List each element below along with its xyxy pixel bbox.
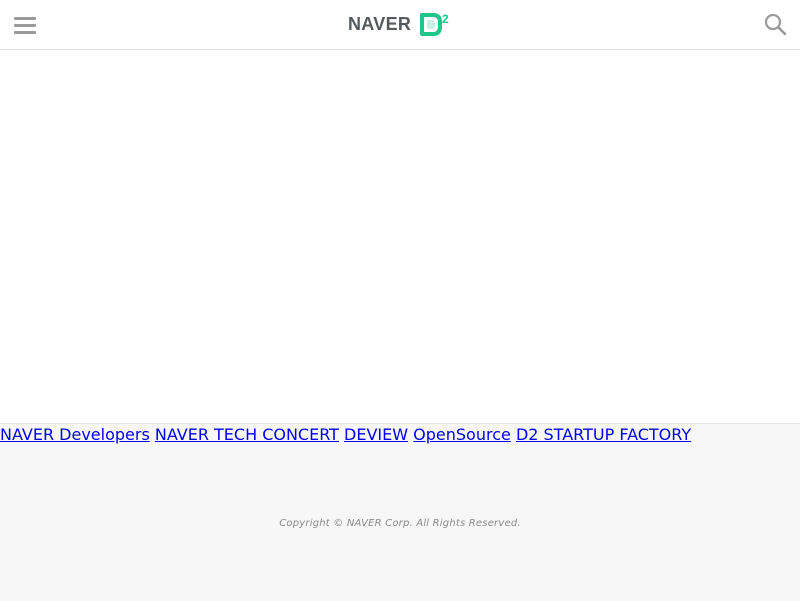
footer-link-deview[interactable]: DEVIEW: [344, 425, 408, 444]
footer-link-naver-developers[interactable]: NAVER Developers: [0, 425, 150, 444]
main-content-area: [0, 50, 800, 423]
hamburger-menu-icon[interactable]: [13, 15, 37, 35]
copyright-text: Copyright © NAVER Corp. All Rights Reser…: [279, 518, 521, 529]
page-footer: NAVER Developers NAVER TECH CONCERT DEVI…: [0, 423, 800, 601]
footer-link-naver-tech-concert[interactable]: NAVER TECH CONCERT: [155, 425, 339, 444]
svg-text:2: 2: [442, 12, 449, 26]
top-header: NAVER 2: [0, 0, 800, 50]
naver-d2-logo[interactable]: NAVER 2: [347, 11, 453, 37]
search-icon[interactable]: [763, 12, 787, 36]
logo-naver-text: NAVER: [348, 14, 412, 34]
footer-link-d2-startup-factory[interactable]: D2 STARTUP FACTORY: [516, 425, 691, 444]
d2-logo-mark: 2: [420, 12, 449, 36]
footer-link-opensource[interactable]: OpenSource: [413, 425, 511, 444]
